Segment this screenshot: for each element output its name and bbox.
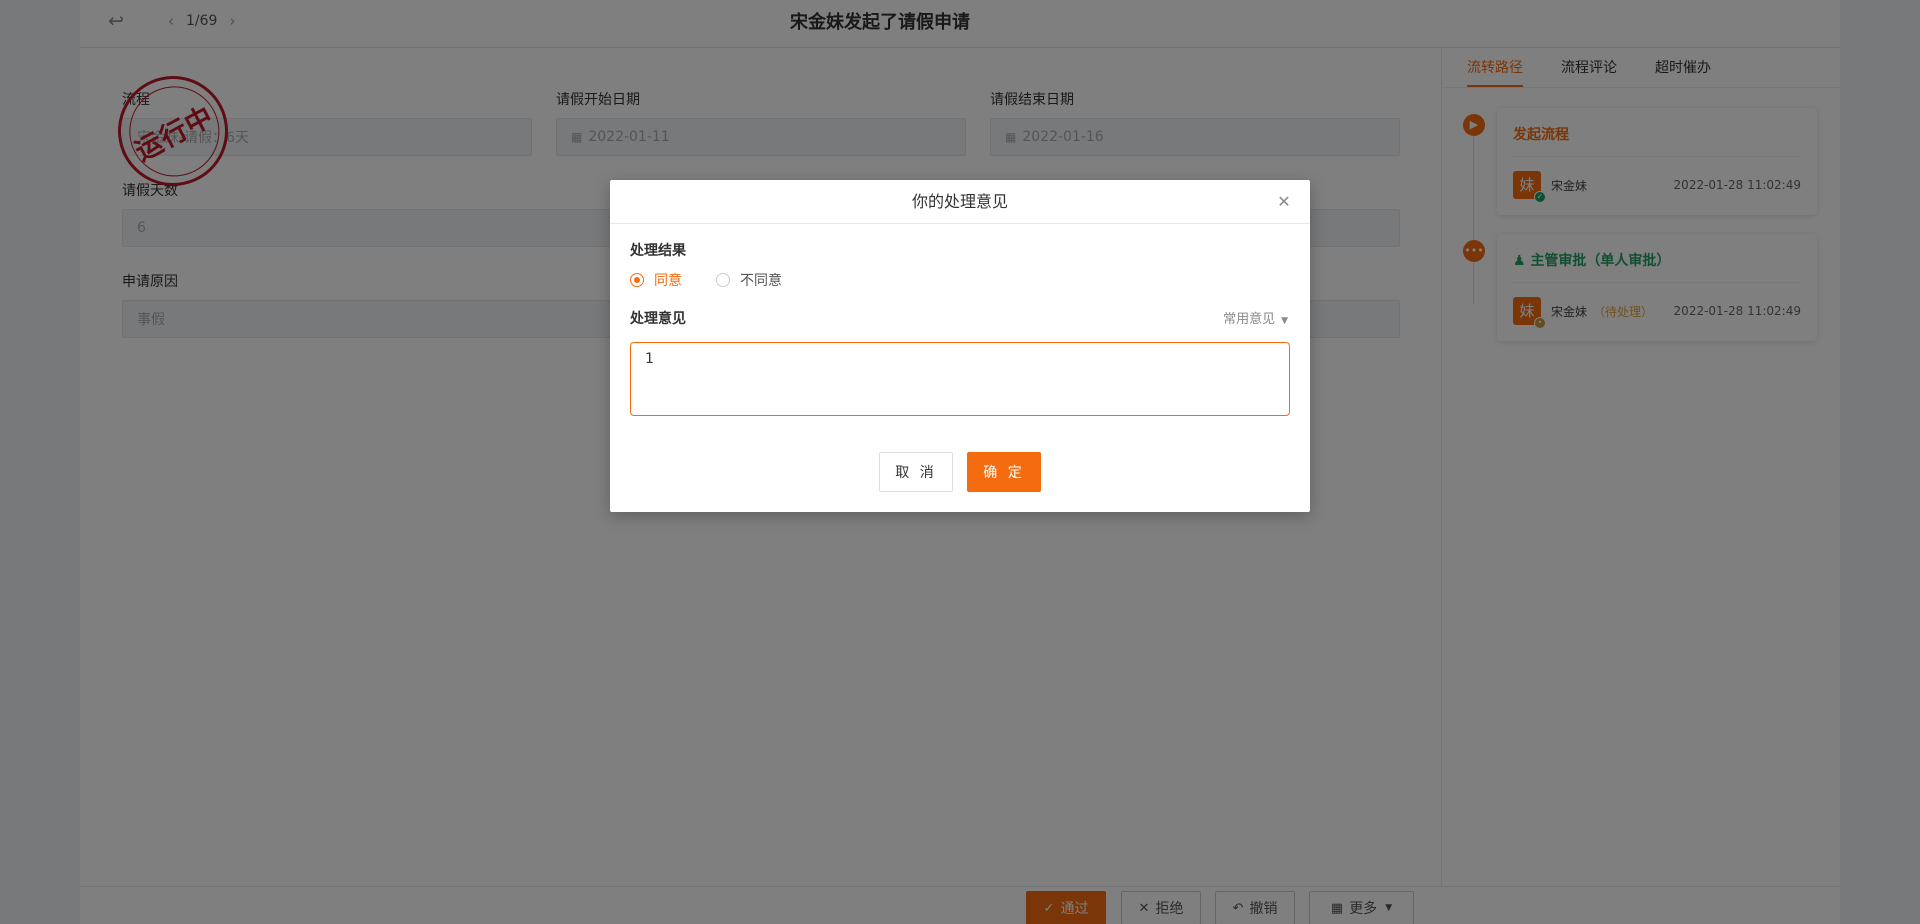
close-icon[interactable]: ✕ xyxy=(1276,194,1292,210)
confirm-button[interactable]: 确 定 xyxy=(967,452,1041,492)
common-opinion-label: 常用意见 xyxy=(1223,312,1276,327)
common-opinion-dropdown[interactable]: 常用意见 ▼ xyxy=(1223,308,1288,327)
opinion-label: 处理意见 xyxy=(630,311,686,327)
radio-circle xyxy=(630,273,644,287)
opinion-dialog: 你的处理意见 ✕ 处理结果 同意 不同意 处理意见 常用意见 ▼ 1 取 消 确 … xyxy=(610,180,1310,512)
radio-agree[interactable]: 同意 xyxy=(630,270,682,290)
caret-down-icon: ▼ xyxy=(1281,316,1288,326)
opinion-textarea[interactable]: 1 xyxy=(630,342,1290,416)
dialog-header: 你的处理意见 ✕ xyxy=(610,180,1310,224)
dialog-title: 你的处理意见 xyxy=(911,192,1008,211)
radio-disagree[interactable]: 不同意 xyxy=(716,270,782,290)
radio-agree-label: 同意 xyxy=(654,273,682,289)
radio-disagree-label: 不同意 xyxy=(740,273,782,289)
result-radio-group: 同意 不同意 xyxy=(630,270,816,290)
result-label: 处理结果 xyxy=(630,243,686,259)
radio-circle xyxy=(716,273,730,287)
cancel-button[interactable]: 取 消 xyxy=(879,452,953,492)
